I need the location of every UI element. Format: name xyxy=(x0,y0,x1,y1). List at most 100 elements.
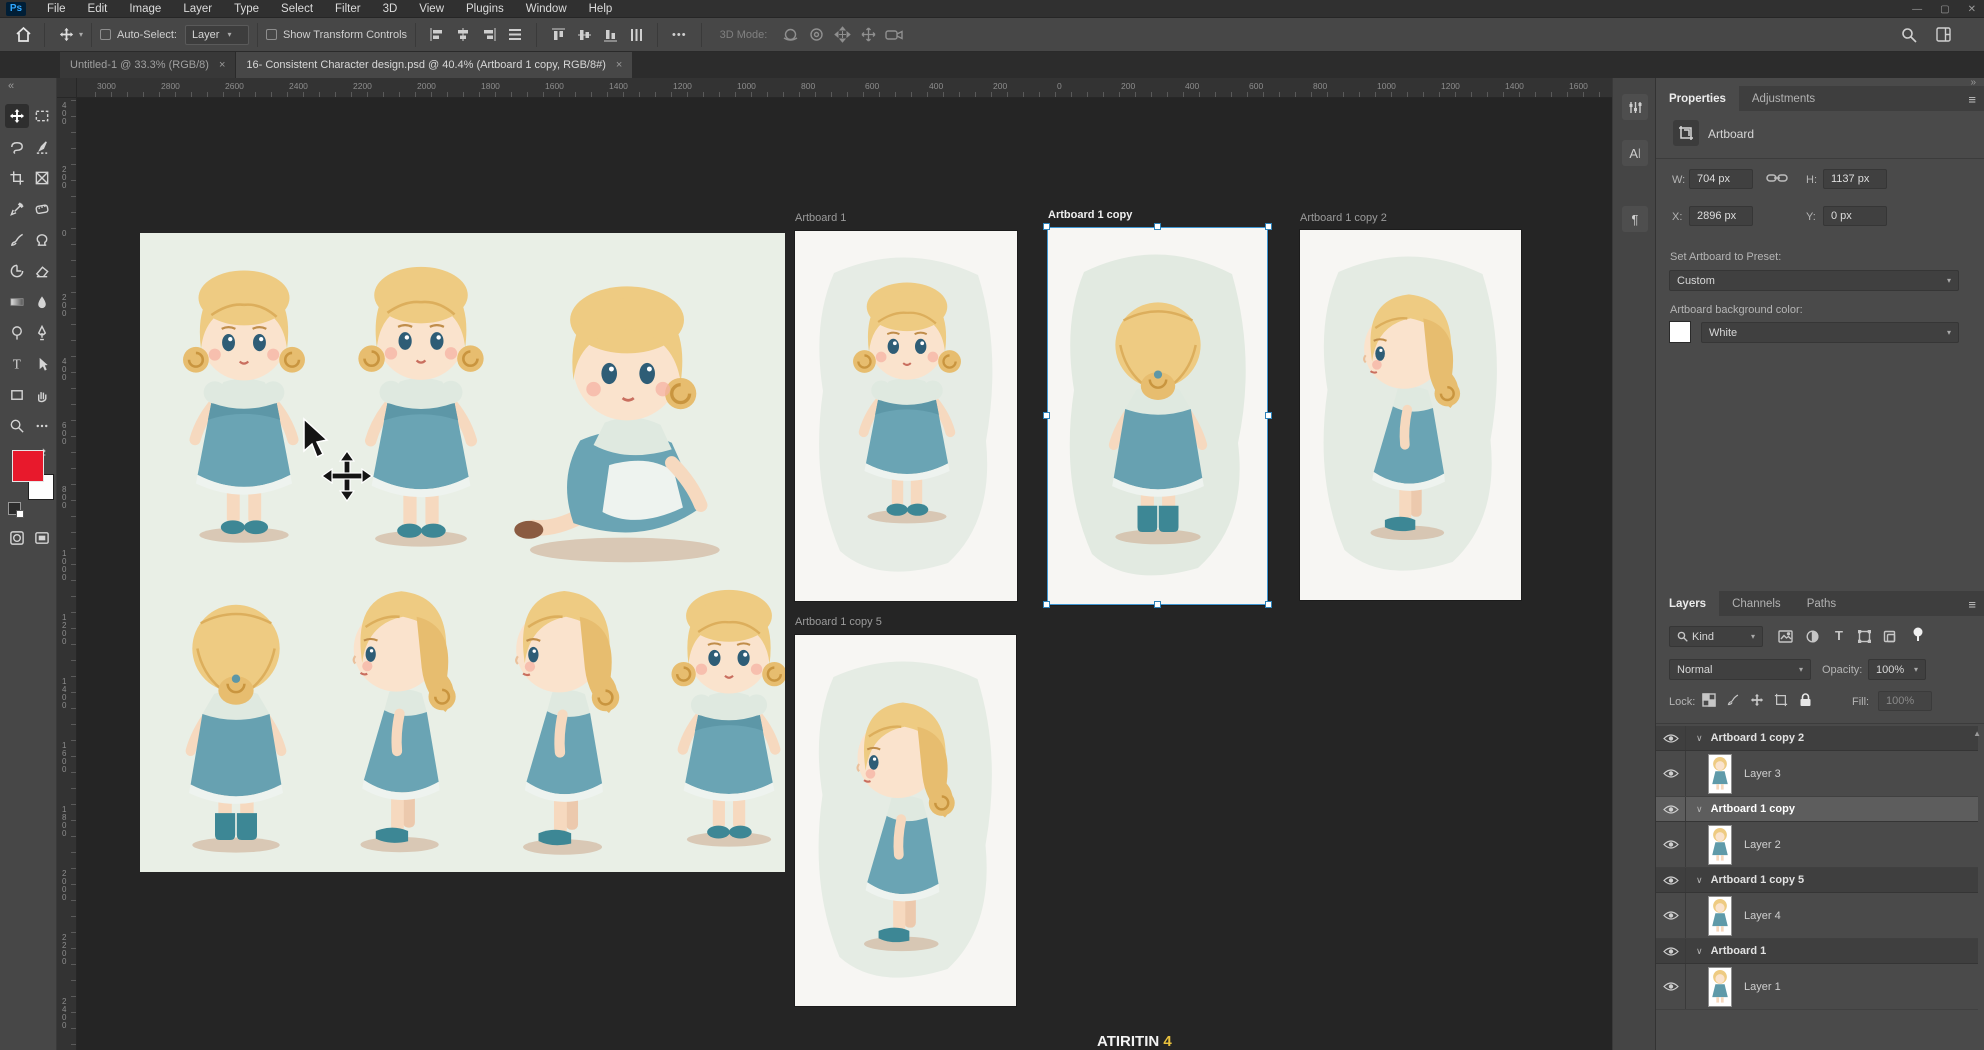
close-button[interactable]: ✕ xyxy=(1968,4,1976,15)
hand-tool[interactable] xyxy=(30,383,54,407)
selection-handle[interactable] xyxy=(1043,601,1050,608)
layer-group-artboard-1-copy[interactable]: ∨Artboard 1 copy xyxy=(1656,797,1978,822)
orbit-3d-icon[interactable] xyxy=(777,23,803,47)
sliders-panel-icon[interactable] xyxy=(1622,94,1648,120)
artboard-1-copy[interactable] xyxy=(1048,228,1268,605)
menu-image[interactable]: Image xyxy=(118,0,172,18)
canvas-area[interactable]: Artboard 1 Artboard 1 copy Artboard 1 co… xyxy=(77,98,1612,1050)
align-left-edges-icon[interactable] xyxy=(424,23,450,47)
visibility-eye-icon[interactable] xyxy=(1656,822,1686,867)
character-panel-icon[interactable]: A| xyxy=(1622,140,1648,166)
link-dimensions-icon[interactable] xyxy=(1766,171,1788,188)
layer-group-artboard-1-copy-2[interactable]: ∨Artboard 1 copy 2 xyxy=(1656,726,1978,751)
layer-layer-2[interactable]: Layer 2 xyxy=(1656,822,1978,868)
filter-pixel-layers-icon[interactable] xyxy=(1776,628,1794,644)
group-collapse-chevron-icon[interactable]: ∨ xyxy=(1696,733,1703,744)
filter-shape-layers-icon[interactable] xyxy=(1855,628,1873,644)
selection-handle[interactable] xyxy=(1154,601,1161,608)
paragraph-panel-icon[interactable]: ¶ xyxy=(1622,206,1648,232)
group-collapse-chevron-icon[interactable]: ∨ xyxy=(1696,946,1703,957)
menu-view[interactable]: View xyxy=(408,0,455,18)
move-tool[interactable] xyxy=(5,104,29,128)
show-transform-checkbox[interactable] xyxy=(266,29,277,40)
camera-3d-icon[interactable] xyxy=(881,23,907,47)
tab-character-design[interactable]: 16- Consistent Character design.psd @ 40… xyxy=(236,52,632,78)
foreground-color-swatch[interactable] xyxy=(12,450,44,482)
blend-mode-dropdown[interactable]: Normal ▾ xyxy=(1669,659,1811,680)
visibility-eye-icon[interactable] xyxy=(1656,726,1686,750)
menu-file[interactable]: File xyxy=(36,0,77,18)
group-collapse-chevron-icon[interactable]: ∨ xyxy=(1696,804,1703,815)
filter-adjustment-layers-icon[interactable] xyxy=(1803,628,1821,644)
layer-layer-4[interactable]: Layer 4 xyxy=(1656,893,1978,939)
tab-properties[interactable]: Properties xyxy=(1656,86,1739,111)
filter-kind-dropdown[interactable]: Kind ▾ xyxy=(1669,626,1763,647)
menu-filter[interactable]: Filter xyxy=(324,0,372,18)
visibility-eye-icon[interactable] xyxy=(1656,751,1686,796)
tab-close-icon[interactable]: × xyxy=(219,59,225,71)
brush-tool[interactable] xyxy=(5,228,29,252)
align-horizontal-centers-icon[interactable] xyxy=(450,23,476,47)
edit-toolbar-icon[interactable] xyxy=(30,414,54,438)
height-field[interactable]: 1137 px xyxy=(1823,169,1887,189)
preset-dropdown[interactable]: Custom ▾ xyxy=(1669,270,1959,291)
slide-3d-icon[interactable] xyxy=(855,23,881,47)
visibility-eye-icon[interactable] xyxy=(1656,964,1686,1009)
object-selection-tool[interactable] xyxy=(30,135,54,159)
path-selection-tool[interactable] xyxy=(30,352,54,376)
screen-mode-icon[interactable] xyxy=(30,526,54,550)
menu-plugins[interactable]: Plugins xyxy=(455,0,515,18)
layer-layer-1[interactable]: Layer 1 xyxy=(1656,964,1978,1010)
search-icon[interactable] xyxy=(1896,23,1922,47)
distribute-vertical-icon[interactable] xyxy=(623,23,649,47)
move-tool-option-icon[interactable] xyxy=(53,23,79,47)
scroll-up-icon[interactable]: ▲ xyxy=(1973,729,1981,738)
layer-layer-3[interactable]: Layer 3 xyxy=(1656,751,1978,797)
fill-field[interactable]: 100% xyxy=(1878,691,1932,711)
lock-transparent-pixels-icon[interactable] xyxy=(1700,692,1718,708)
dodge-tool[interactable] xyxy=(5,321,29,345)
menu-3d[interactable]: 3D xyxy=(372,0,409,18)
tab-close-icon[interactable]: × xyxy=(616,59,622,71)
gradient-tool[interactable] xyxy=(5,290,29,314)
menu-select[interactable]: Select xyxy=(270,0,324,18)
eraser-tool[interactable] xyxy=(30,259,54,283)
menu-edit[interactable]: Edit xyxy=(77,0,119,18)
quick-mask-icon[interactable] xyxy=(5,526,29,550)
pen-tool[interactable] xyxy=(30,321,54,345)
x-field[interactable]: 2896 px xyxy=(1689,206,1753,226)
align-bottom-edges-icon[interactable] xyxy=(597,23,623,47)
auto-select-target-dropdown[interactable]: Layer ▾ xyxy=(185,25,249,45)
filter-smart-objects-icon[interactable] xyxy=(1880,628,1898,644)
layer-thumbnail[interactable] xyxy=(1708,967,1732,1007)
visibility-eye-icon[interactable] xyxy=(1656,868,1686,892)
artboard-label-selected[interactable]: Artboard 1 copy xyxy=(1048,209,1132,221)
home-icon[interactable] xyxy=(10,23,36,47)
tab-adjustments[interactable]: Adjustments xyxy=(1739,86,1828,111)
menu-layer[interactable]: Layer xyxy=(172,0,223,18)
artboard-1[interactable] xyxy=(795,231,1017,601)
layers-menu-icon[interactable]: ≡ xyxy=(1968,597,1976,612)
rectangle-tool[interactable] xyxy=(5,383,29,407)
history-brush-tool[interactable] xyxy=(5,259,29,283)
zoom-tool[interactable] xyxy=(5,414,29,438)
lasso-tool[interactable] xyxy=(5,135,29,159)
menu-type[interactable]: Type xyxy=(223,0,270,18)
opacity-field[interactable]: 100% ▾ xyxy=(1868,659,1926,680)
default-colors-icon[interactable] xyxy=(8,502,21,515)
minimize-button[interactable]: — xyxy=(1912,4,1922,15)
visibility-eye-icon[interactable] xyxy=(1656,939,1686,963)
selection-handle[interactable] xyxy=(1043,223,1050,230)
artboard-bg-swatch[interactable] xyxy=(1669,321,1691,343)
group-collapse-chevron-icon[interactable]: ∨ xyxy=(1696,875,1703,886)
visibility-eye-icon[interactable] xyxy=(1656,893,1686,938)
selection-handle[interactable] xyxy=(1154,223,1161,230)
healing-patch-tool[interactable] xyxy=(30,197,54,221)
type-tool[interactable]: T xyxy=(5,352,29,376)
artboard-label[interactable]: Artboard 1 xyxy=(795,212,846,224)
tab-untitled-1[interactable]: Untitled-1 @ 33.3% (RGB/8) × xyxy=(60,52,236,78)
maximize-button[interactable]: ▢ xyxy=(1940,4,1949,15)
filtering-toggle-pin[interactable] xyxy=(1912,627,1924,645)
drag-3d-icon[interactable] xyxy=(829,23,855,47)
tab-channels[interactable]: Channels xyxy=(1719,591,1794,616)
